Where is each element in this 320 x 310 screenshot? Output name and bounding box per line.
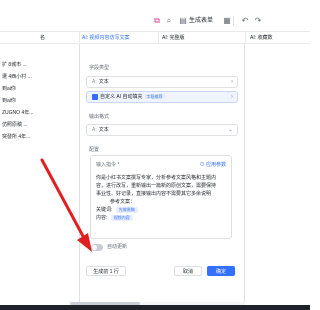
chevron-right-icon: › <box>231 94 233 100</box>
toolbar-divider <box>233 16 234 26</box>
generate-first-rows-button[interactable]: 生成前 1 行 <box>86 266 126 276</box>
table-row[interactable]: 仿照原稿 ... <box>0 119 82 131</box>
keyword-chip[interactable]: 先做原稿 <box>115 207 138 213</box>
table-row[interactable]: ZUGNO 4年... <box>0 107 82 119</box>
more-icon[interactable]: ▦ <box>222 16 232 26</box>
prompt-input[interactable]: 输入指令 * ⊙ 应用参数 你是小红书文案撰写专家，分析参考文案风格和主题内 容… <box>90 155 232 239</box>
copy-icon[interactable]: ⧉ <box>152 16 162 26</box>
column-header-saved[interactable]: AI: 收藏数 <box>250 32 308 44</box>
chevron-right-icon: › <box>231 79 233 85</box>
column-divider <box>158 32 159 44</box>
table-row[interactable]: 到ai你 <box>0 83 82 95</box>
column-header-name[interactable]: 名 <box>40 32 60 44</box>
table-left-column: 扩 8城市 ... 遭 4西小村 ... 到ai你 到ai你 ZUGNO 4年.… <box>0 44 82 310</box>
ai-spark-icon <box>92 93 98 100</box>
cancel-button[interactable]: 取消 <box>174 266 202 276</box>
table-row[interactable]: 到ai你 <box>0 95 82 107</box>
output-format-label: 输出格式 <box>89 114 110 120</box>
content-chip[interactable]: 视频内容 <box>110 215 133 221</box>
chevron-down-icon: ⌄ <box>227 127 233 133</box>
table-row[interactable]: 突發所 4年... <box>0 131 82 143</box>
content-row: 内容: 视频内容 <box>96 214 228 222</box>
recommend-badge: 字段推荐 <box>144 94 165 100</box>
prompt-text: 你是小红书文案撰写专家，分析参考文案风格和主题内 容，进行改写，重新输出一篇新的… <box>96 174 228 222</box>
output-format-value: 文本 <box>98 127 109 133</box>
bottom-bar <box>0 305 310 310</box>
keyword-label: 关键词: <box>96 207 113 213</box>
output-format-select[interactable]: A: 文本 ⌄ <box>86 124 238 136</box>
prompt-line: 参考文案： <box>110 199 136 205</box>
confirm-button[interactable]: 确定 <box>207 266 235 276</box>
auto-update-label: 自动更新 <box>107 244 128 250</box>
custom-ai-autofill-label: 自定义 AI 自动填充 <box>100 94 143 100</box>
field-type-value: 文本 <box>98 79 109 85</box>
prompt-line: 你是小红书文案撰写专家，分析参考文案风格和主题内 <box>96 175 217 181</box>
toolbar: ⧉ ⌕ ▤ 生成表单 ▦ ↶ ↷ <box>0 0 310 31</box>
column-header-prompt[interactable]: AI: 视频内容仿写文案 <box>82 32 158 44</box>
ai-field-config-panel: 字段类型 A: 文本 › 自定义 AI 自动填充 字段推荐 › 输出格式 A: 文本 … <box>79 44 245 302</box>
field-type-select[interactable]: A: 文本 › <box>86 76 238 88</box>
keyword-row: 关键词: 先做原稿 <box>96 206 228 214</box>
table-right-column <box>245 44 310 310</box>
app-window: ⧉ ⌕ ▤ 生成表单 ▦ ↶ ↷ 名 AI: 视频内容仿写文案 AI: 完整版 … <box>0 0 310 310</box>
table-row[interactable]: 扩 8城市 ... <box>0 59 82 71</box>
content-label: 内容: <box>96 215 108 221</box>
column-header-complete[interactable]: AI: 完整版 <box>162 32 232 44</box>
form-icon[interactable]: ▤ <box>178 16 188 26</box>
table-header: 名 AI: 视频内容仿写文案 AI: 完整版 AI: 收藏数 <box>0 31 310 44</box>
column-divider <box>79 32 80 44</box>
field-type-label: 字段类型 <box>89 65 110 71</box>
search-icon[interactable]: ⌕ <box>164 16 174 26</box>
prompt-line: 事业性、好记录，直接输出内容不需要其它多余说明 <box>96 191 212 197</box>
table-row[interactable]: 遭 4西小村 ... <box>0 71 82 83</box>
column-divider <box>245 32 246 44</box>
custom-ai-autofill-option[interactable]: 自定义 AI 自动填充 字段推荐 › <box>86 91 238 103</box>
apply-params-link[interactable]: ⊙ 应用参数 <box>200 161 226 168</box>
text-type-icon: A: <box>92 79 97 85</box>
undo-icon[interactable]: ↶ <box>240 16 250 26</box>
text-type-icon: A: <box>92 127 97 133</box>
prompt-line: 容，进行改写，重新输出一篇新的原创文案，需要保持 <box>96 183 217 189</box>
redo-icon[interactable]: ↷ <box>253 16 263 26</box>
config-label: 配置 <box>89 147 100 153</box>
prompt-title: 输入指令 * <box>96 162 120 168</box>
generate-form-button[interactable]: 生成表单 <box>189 15 213 27</box>
auto-update-toggle[interactable] <box>91 244 103 251</box>
